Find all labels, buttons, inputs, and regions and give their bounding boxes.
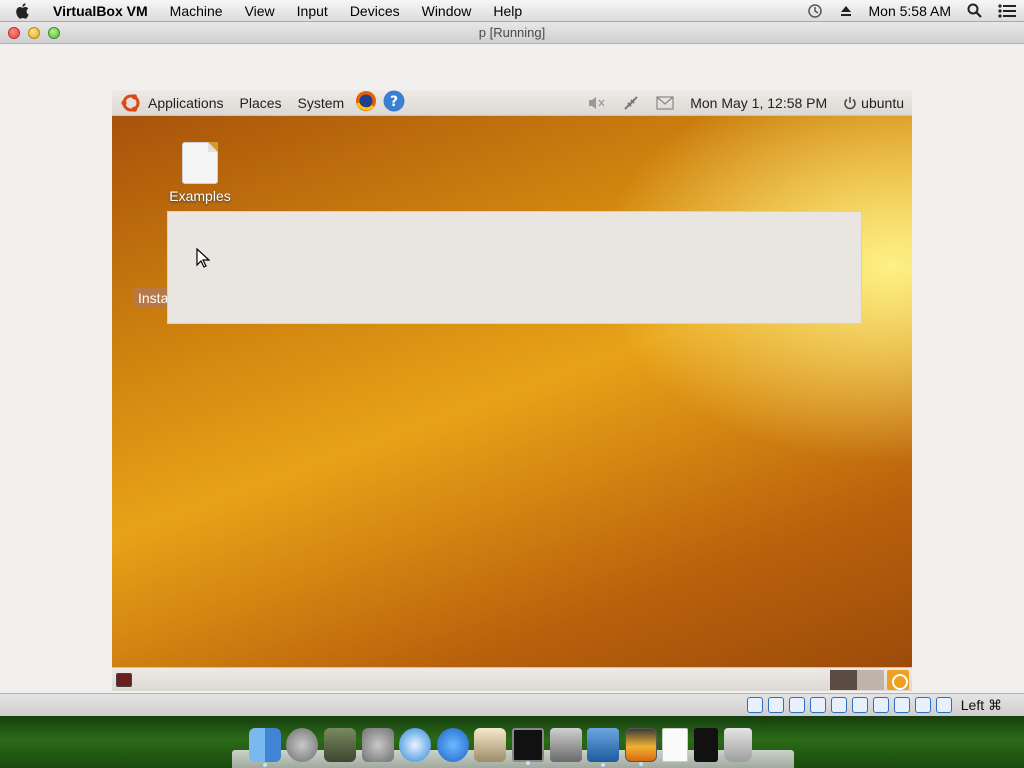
notification-center-icon[interactable]	[990, 3, 1024, 18]
menu-devices[interactable]: Devices	[339, 0, 411, 22]
phone-icon[interactable]	[693, 728, 718, 762]
network-disconnected-icon[interactable]	[614, 94, 648, 112]
vm-window: p [Running] Applications Places System ?	[0, 22, 1024, 716]
volume-muted-icon[interactable]	[572, 95, 614, 111]
menubar-clock[interactable]: Mon 5:58 AM	[861, 3, 960, 19]
help-launcher-icon[interactable]: ?	[380, 90, 408, 116]
usb-icon[interactable]	[789, 697, 806, 713]
launchpad-icon[interactable]	[286, 728, 319, 762]
file-icon	[182, 142, 218, 184]
app-name-menu[interactable]: VirtualBox VM	[44, 0, 159, 22]
optical-drive-icon[interactable]	[768, 697, 785, 713]
system-menu[interactable]: System	[290, 95, 353, 111]
user-session-menu[interactable]: ubuntu	[835, 95, 912, 111]
spotlight-search-icon[interactable]	[959, 3, 990, 18]
system-preferences-icon[interactable]	[361, 728, 394, 762]
virtualbox-icon[interactable]	[587, 728, 620, 767]
gnome-bottom-panel	[112, 667, 912, 691]
applications-menu[interactable]: Applications	[112, 92, 232, 114]
finder-icon[interactable]	[248, 728, 281, 767]
mail-envelope-icon[interactable]	[648, 95, 682, 110]
vm-titlebar[interactable]: p [Running]	[0, 22, 1024, 44]
places-menu[interactable]: Places	[232, 95, 290, 111]
desktop-icon-label: Examples	[169, 188, 231, 204]
applications-menu-label: Applications	[148, 94, 224, 111]
virtualization-icon[interactable]	[894, 697, 911, 713]
menu-window[interactable]: Window	[411, 0, 483, 22]
video-capture-icon[interactable]	[873, 697, 890, 713]
eject-icon[interactable]	[831, 4, 861, 18]
app-store-icon[interactable]	[436, 728, 469, 762]
network-adapter-icon[interactable]	[852, 697, 869, 713]
menu-help[interactable]: Help	[482, 0, 533, 22]
download-arrow-icon[interactable]	[936, 697, 953, 713]
mouse-integration-icon[interactable]	[915, 697, 932, 713]
hard-disk-icon[interactable]	[747, 697, 764, 713]
workspace-2[interactable]	[857, 669, 884, 690]
ubuntu-logo-icon	[121, 93, 140, 112]
dock	[246, 722, 754, 767]
mouse-pointer-icon	[196, 247, 211, 271]
vm-window-title: p [Running]	[478, 25, 546, 40]
running-indicator	[525, 761, 530, 765]
guest-clock[interactable]: Mon May 1, 12:58 PM	[682, 95, 835, 111]
menu-machine[interactable]: Machine	[159, 0, 234, 22]
show-desktop-icon[interactable]	[116, 672, 132, 687]
safari-icon[interactable]	[399, 728, 432, 762]
guest-desktop[interactable]: Examples Insta	[112, 116, 912, 667]
running-indicator	[638, 762, 643, 766]
firefox-launcher-icon[interactable]	[352, 90, 380, 116]
desktop-icon-examples[interactable]: Examples	[168, 142, 232, 204]
power-icon	[844, 96, 856, 109]
facetime-icon[interactable]	[549, 728, 582, 762]
svg-text:?: ?	[390, 94, 398, 110]
trash-applet-icon[interactable]	[887, 669, 909, 690]
host-key-indicator[interactable]: Left ⌘	[961, 697, 1002, 714]
document-icon[interactable]	[662, 728, 689, 762]
guest-display[interactable]: Applications Places System ? Mon May 1, …	[112, 90, 912, 691]
menu-input[interactable]: Input	[286, 0, 339, 22]
trash-icon[interactable]	[723, 728, 752, 762]
vm-status-bar: Left ⌘	[0, 693, 1024, 716]
session-username: ubuntu	[861, 94, 904, 111]
shared-folders-icon[interactable]	[810, 697, 827, 713]
mac-menubar: VirtualBox VM Machine View Input Devices…	[0, 0, 1024, 22]
gnome-top-panel: Applications Places System ? Mon May 1, …	[112, 90, 912, 116]
menu-view[interactable]: View	[234, 0, 286, 22]
apple-menu-icon[interactable]	[0, 2, 44, 19]
wizard-app-icon[interactable]	[474, 728, 507, 762]
display-icon[interactable]	[831, 697, 848, 713]
workspace-1[interactable]	[830, 669, 857, 690]
blank-dialog-window[interactable]	[167, 211, 862, 324]
vm-screen-area: Applications Places System ? Mon May 1, …	[0, 45, 1024, 693]
time-machine-icon[interactable]	[799, 3, 831, 19]
running-indicator	[262, 763, 267, 767]
vm-window-thumbnail-icon[interactable]	[624, 728, 657, 766]
terminal-icon[interactable]	[511, 728, 544, 765]
preview-icon[interactable]	[323, 728, 356, 762]
workspace-switcher[interactable]	[830, 669, 884, 690]
